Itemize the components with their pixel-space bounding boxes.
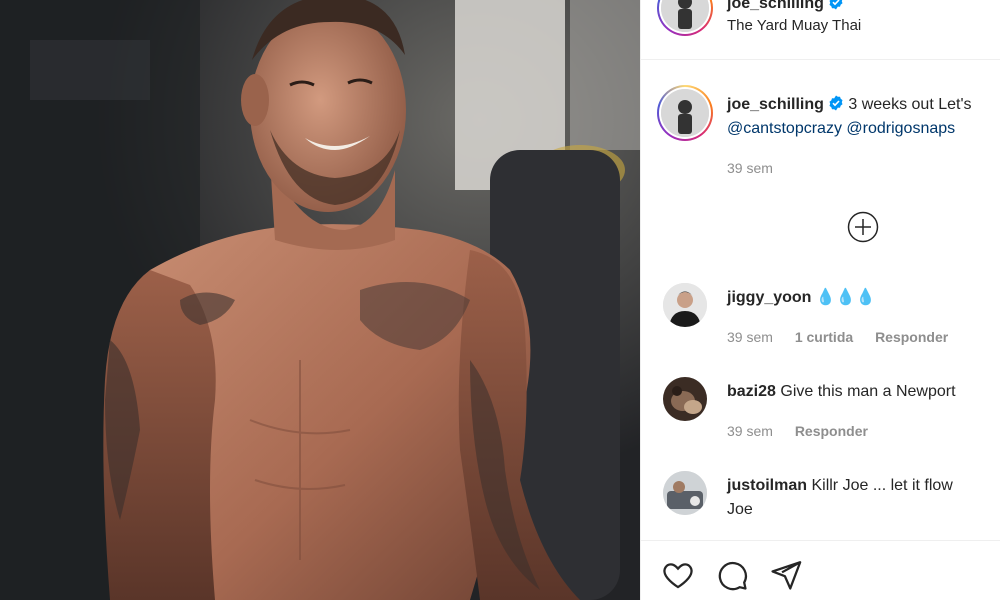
comment-item: justoilman Killr Joe ... let it flow Joe [641, 471, 1000, 531]
post-action-bar [641, 540, 1000, 600]
comment-timestamp[interactable]: 39 sem [727, 329, 773, 345]
load-more-comments-button[interactable] [847, 211, 879, 243]
plus-circle-icon [847, 211, 879, 243]
post-header: joe_schilling The Yard Muay Thai [641, 0, 1000, 60]
like-button[interactable] [661, 558, 695, 592]
comment-username[interactable]: bazi28 [727, 383, 776, 400]
comment-button[interactable] [715, 558, 749, 592]
header-location[interactable]: The Yard Muay Thai [727, 17, 861, 34]
caption-verified-badge-icon [829, 95, 843, 111]
post-photo[interactable] [0, 0, 640, 600]
comment-reply-button[interactable]: Responder [795, 423, 868, 439]
caption-avatar[interactable] [657, 85, 713, 141]
comment-text: Killr Joe ... let it flow [811, 477, 953, 494]
comment-meta: 39 sem Responder [727, 423, 886, 439]
comment-username[interactable]: jiggy_yoon [727, 289, 811, 306]
comment-avatar-image [663, 377, 707, 421]
post-caption: joe_schilling 3 weeks out Let's @cantsto… [641, 60, 1000, 240]
comment-text: Give this man a Newport [780, 383, 956, 400]
comment-item: bazi28 Give this man a Newport 39 sem Re… [641, 377, 1000, 457]
comment-likes[interactable]: 1 curtida [795, 329, 853, 345]
comment-text-continued: Joe [727, 501, 753, 518]
verified-badge-icon [829, 0, 843, 10]
comment-username[interactable]: justoilman [727, 477, 807, 494]
header-username-text[interactable]: joe_schilling [727, 0, 824, 12]
comment-avatar-image [663, 283, 707, 327]
post-photo-image [0, 0, 640, 600]
caption-text: joe_schilling 3 weeks out Let's @cantsto… [727, 93, 1000, 141]
heart-icon [663, 563, 693, 589]
comment-body: bazi28 Give this man a Newport [727, 380, 1000, 404]
caption-timestamp[interactable]: 39 sem [727, 160, 773, 176]
caption-avatar-image [661, 89, 709, 137]
comment-avatar[interactable] [663, 377, 707, 421]
author-avatar-image [661, 0, 709, 32]
comment-body: jiggy_yoon 💧💧💧 [727, 286, 1000, 310]
share-button[interactable] [769, 558, 803, 592]
caption-mention-1[interactable]: @cantstopcrazy [727, 120, 842, 137]
comment-item: jiggy_yoon 💧💧💧 39 sem 1 curtida Responde… [641, 283, 1000, 363]
caption-mention-2[interactable]: @rodrigosnaps [846, 120, 955, 137]
header-username[interactable]: joe_schilling [727, 0, 844, 13]
caption-body: 3 weeks out Let's [848, 96, 972, 113]
comment-icon [718, 561, 747, 591]
post-side-panel: joe_schilling The Yard Muay Thai joe_sch… [640, 0, 1000, 600]
comment-body: justoilman Killr Joe ... let it flow Joe [727, 474, 1000, 522]
comment-reply-button[interactable]: Responder [875, 329, 948, 345]
share-icon [771, 561, 802, 590]
comment-avatar[interactable] [663, 283, 707, 327]
comment-avatar[interactable] [663, 471, 707, 515]
caption-username[interactable]: joe_schilling [727, 96, 824, 113]
comment-text: 💧💧💧 [815, 289, 876, 306]
comment-meta: 39 sem 1 curtida Responder [727, 329, 966, 345]
comment-avatar-image [663, 471, 707, 515]
author-avatar[interactable] [657, 0, 713, 36]
comment-timestamp[interactable]: 39 sem [727, 423, 773, 439]
